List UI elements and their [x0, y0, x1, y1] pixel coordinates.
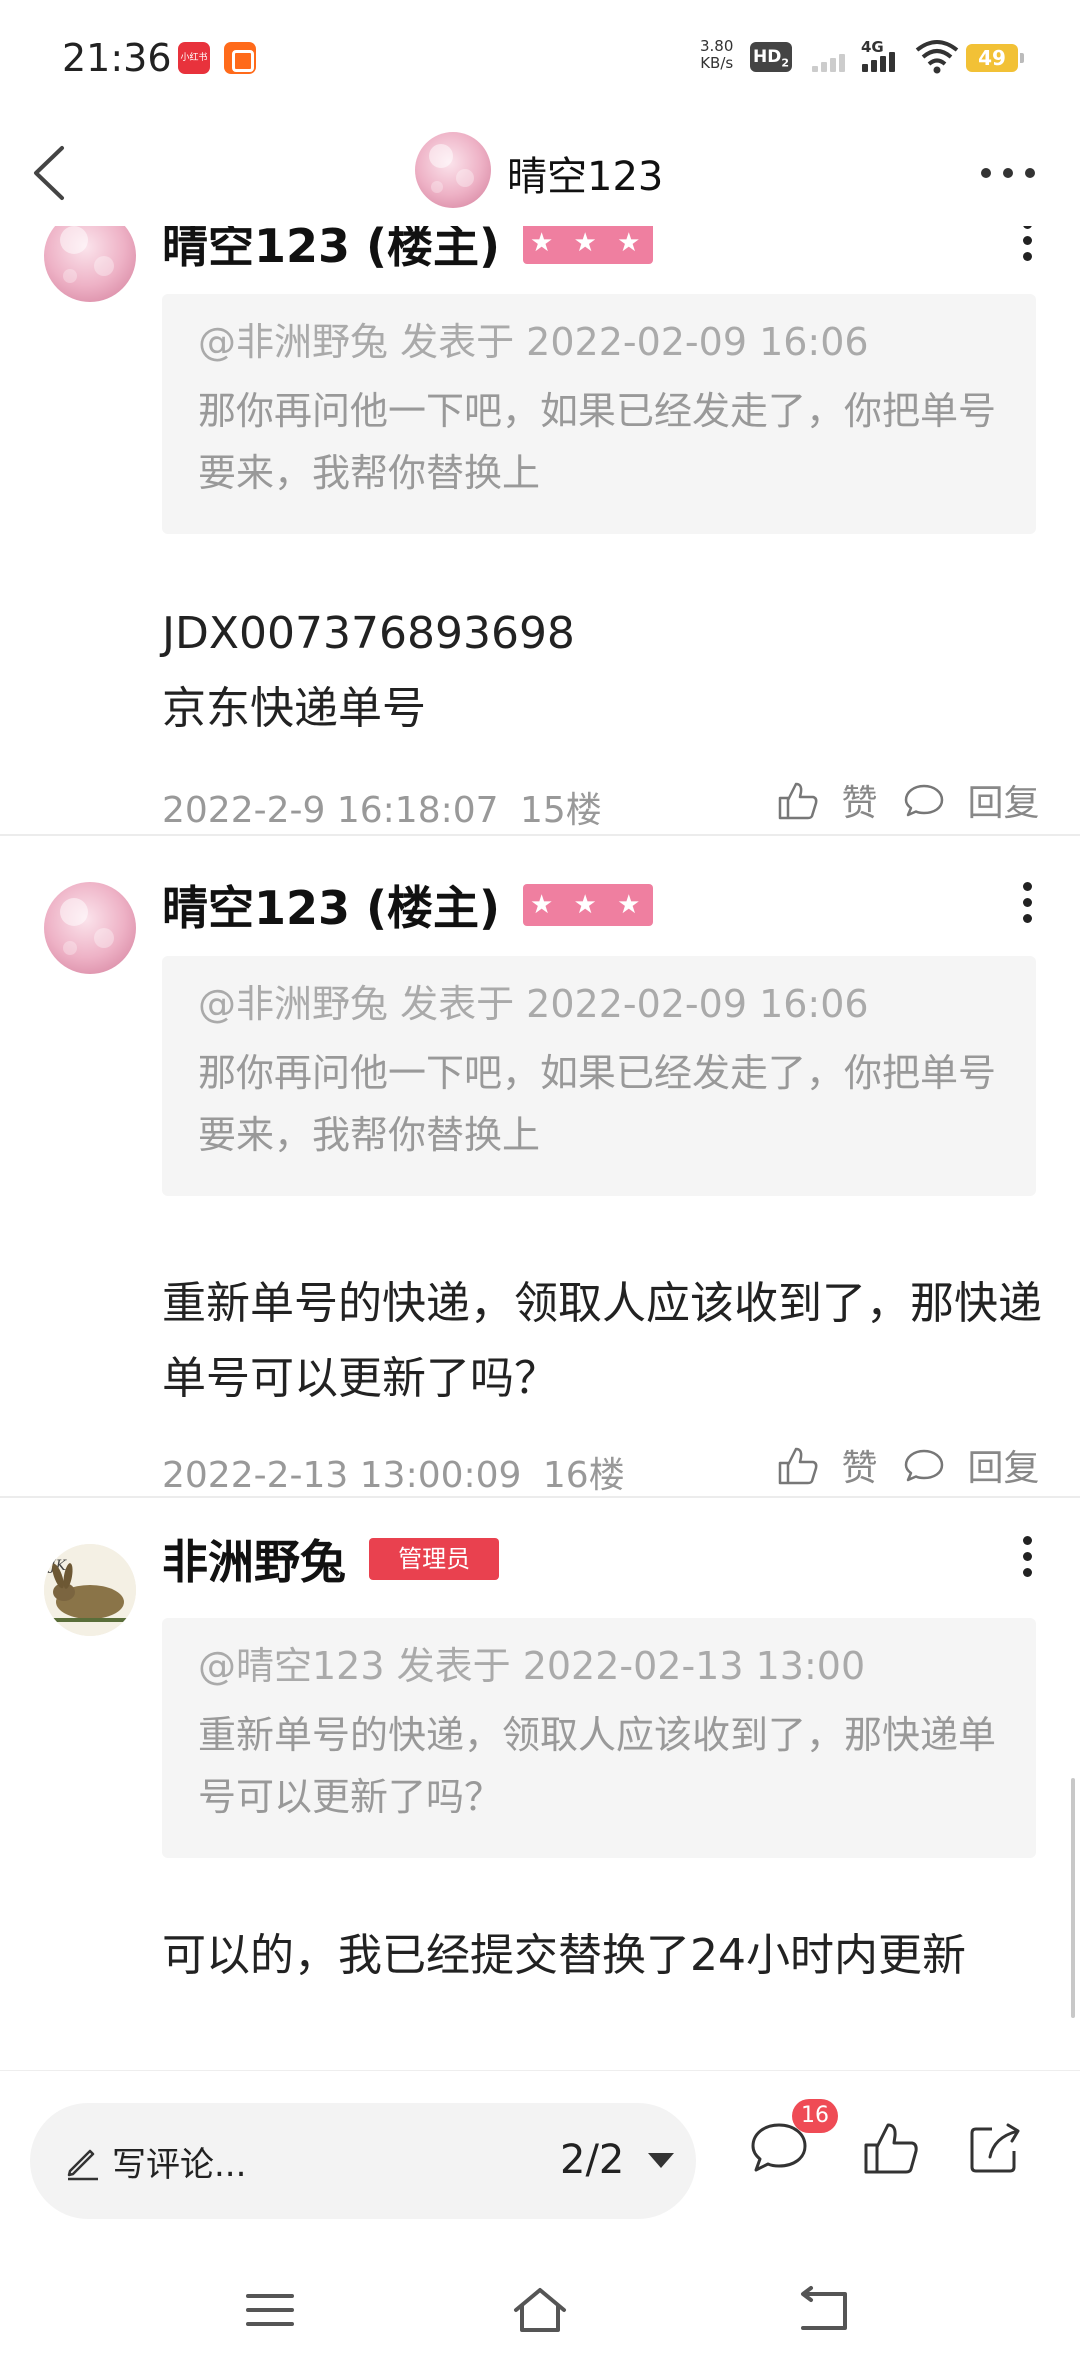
- like-label: 赞: [841, 1448, 878, 1489]
- header-avatar[interactable]: [415, 132, 491, 208]
- comment-text: JDX007376893698 京东快递单号: [162, 596, 1042, 746]
- author-avatar[interactable]: [44, 882, 136, 974]
- page-indicator[interactable]: 2/2: [560, 2137, 624, 2183]
- quote-text: 重新单号的快递，领取人应该收到了，那快递单号可以更新了吗？: [198, 1713, 997, 1819]
- comment-text: 重新单号的快递，领取人应该收到了，那快递单号可以更新了吗？: [162, 1278, 1042, 1404]
- comment-feed[interactable]: 晴空123 (楼主) ★ ★ ★ @非洲野兔 发表于 2022-02-09 16…: [0, 226, 1080, 2070]
- like-label: 赞: [841, 783, 878, 824]
- comment-post: JK 非洲野兔 管理员 @晴空123 发表于 2022-02-13 13:00 …: [0, 1498, 1080, 2070]
- caret-down-icon[interactable]: [648, 2153, 674, 2168]
- quote-text: 那你再问他一下吧，如果已经发走了，你把单号要来，我帮你替换上: [198, 1051, 997, 1157]
- top-nav: 晴空123: [0, 118, 1080, 226]
- reply-button[interactable]: 回复: [902, 1439, 1039, 1491]
- bottom-action-bar: 写评论... 2/2 16: [0, 2070, 1080, 2240]
- thumbs-up-icon: [778, 1447, 818, 1485]
- page-title: 晴空123: [507, 154, 664, 200]
- comment-time: 2022-2-9 16:18:07: [162, 790, 499, 831]
- author-name[interactable]: 晴空123 (楼主): [162, 226, 500, 276]
- back-icon[interactable]: [795, 2280, 855, 2340]
- comment-bubble-icon: [904, 784, 944, 817]
- share-icon[interactable]: [964, 2117, 1026, 2179]
- battery-icon: 49: [966, 44, 1024, 72]
- scrollbar[interactable]: [1071, 1778, 1075, 2018]
- comment-post: 晴空123 (楼主) ★ ★ ★ @非洲野兔 发表于 2022-02-09 16…: [0, 226, 1080, 886]
- hd-label: HD: [753, 47, 782, 67]
- network-speed-value: 3.80: [700, 37, 734, 55]
- author-row: 晴空123 (楼主) ★ ★ ★: [162, 226, 654, 273]
- thumbs-up-icon: [778, 782, 818, 820]
- notification-app-icon: [224, 42, 256, 74]
- comment-text-line: 京东快递单号: [162, 683, 426, 734]
- status-bar: 21:36 小红书 3.80 KB/s HD2 4G 49: [0, 0, 1080, 118]
- pencil-icon: [67, 2149, 98, 2181]
- author-avatar[interactable]: JK: [44, 1544, 136, 1636]
- like-button[interactable]: 赞: [776, 774, 877, 826]
- comment-text-line: JDX007376893698: [162, 608, 575, 659]
- hd-icon: HD2: [750, 42, 792, 72]
- comment-meta: 2022-2-9 16:18:07 15楼: [162, 781, 602, 833]
- floor-number: 15楼: [520, 790, 602, 831]
- like-button[interactable]: 赞: [776, 1439, 877, 1491]
- comment-bubble-icon: [904, 1449, 944, 1482]
- more-vertical-icon[interactable]: [1012, 226, 1042, 266]
- author-name[interactable]: 晴空123 (楼主): [162, 872, 500, 938]
- xiaohongshu-app-icon: 小红书: [178, 42, 210, 74]
- home-icon[interactable]: [510, 2280, 570, 2340]
- quote-box[interactable]: @晴空123 发表于 2022-02-13 13:00 重新单号的快递，领取人应…: [162, 1618, 1036, 1858]
- comment-meta: 2022-2-13 13:00:09 16楼: [162, 1446, 625, 1498]
- signal-1-icon: [812, 44, 856, 72]
- like-icon[interactable]: [860, 2117, 922, 2179]
- comment-placeholder: 写评论...: [112, 2145, 247, 2185]
- wifi-icon: [915, 40, 959, 74]
- more-vertical-icon[interactable]: [1012, 878, 1042, 928]
- signal-2-icon: [862, 44, 906, 72]
- comment-time: 2022-2-13 13:00:09: [162, 1455, 522, 1496]
- quote-header: @非洲野兔 发表于 2022-02-09 16:06: [198, 982, 869, 1026]
- reply-label: 回复: [967, 783, 1040, 824]
- reply-label: 回复: [967, 1448, 1040, 1489]
- menu-icon[interactable]: [240, 2280, 300, 2340]
- more-vertical-icon[interactable]: [1012, 1532, 1042, 1582]
- network-speed-unit: KB/s: [700, 54, 734, 72]
- level-badge: ★ ★ ★: [523, 884, 654, 926]
- comment-text: 可以的，我已经提交替换了24小时内更新: [162, 1930, 966, 1981]
- chevron-left-icon[interactable]: [24, 138, 84, 208]
- comment-input[interactable]: 写评论... 2/2: [30, 2103, 696, 2219]
- more-horizontal-icon[interactable]: [975, 152, 1045, 192]
- system-navigation-bar: [0, 2240, 1080, 2376]
- quote-header: @非洲野兔 发表于 2022-02-09 16:06: [198, 320, 869, 364]
- admin-badge: 管理员: [369, 1538, 500, 1580]
- quote-box[interactable]: @非洲野兔 发表于 2022-02-09 16:06 那你再问他一下吧，如果已经…: [162, 294, 1036, 534]
- comment-count-badge: 16: [792, 2099, 838, 2133]
- author-avatar[interactable]: [44, 226, 136, 302]
- network-speed: 3.80 KB/s: [700, 38, 733, 72]
- quote-text: 那你再问他一下吧，如果已经发走了，你把单号要来，我帮你替换上: [198, 389, 997, 495]
- status-time: 21:36: [62, 36, 172, 80]
- author-row: 晴空123 (楼主) ★ ★ ★: [162, 872, 654, 935]
- floor-number: 16楼: [542, 1455, 625, 1496]
- hd-sub: 2: [781, 56, 789, 70]
- level-badge: ★ ★ ★: [523, 226, 654, 264]
- quote-header: @晴空123 发表于 2022-02-13 13:00: [198, 1644, 866, 1688]
- reply-button[interactable]: 回复: [902, 774, 1039, 826]
- author-row: 非洲野兔 管理员: [162, 1526, 500, 1589]
- quote-box[interactable]: @非洲野兔 发表于 2022-02-09 16:06 那你再问他一下吧，如果已经…: [162, 956, 1036, 1196]
- author-name[interactable]: 非洲野兔: [162, 1526, 346, 1592]
